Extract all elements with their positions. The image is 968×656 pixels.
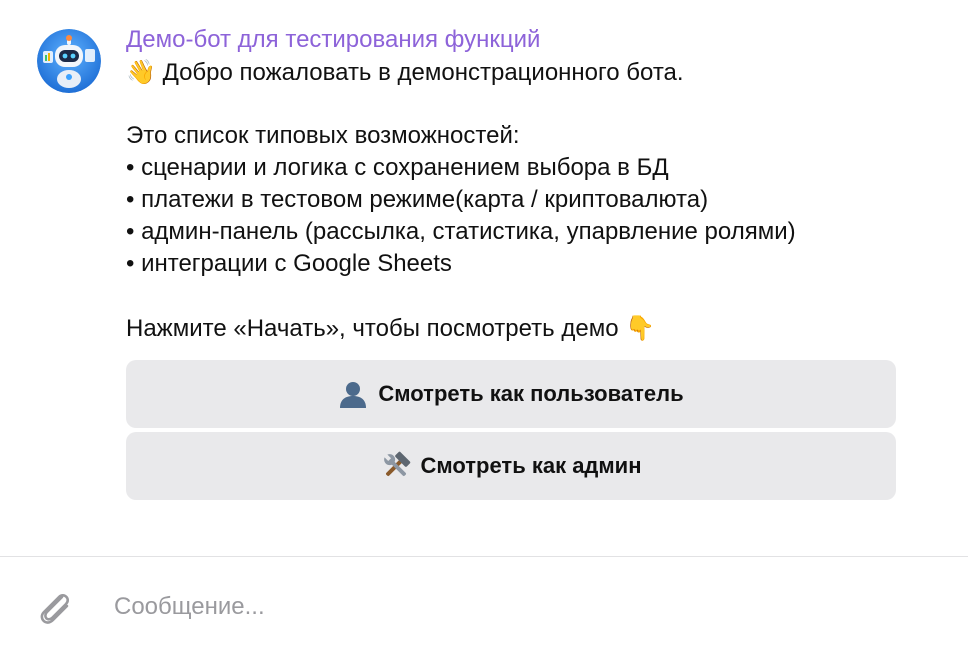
pointing-down-icon: 👇 — [625, 314, 656, 342]
message-text: 👋 Добро пожаловать в демонстрационного б… — [126, 56, 906, 344]
user-silhouette-icon — [338, 379, 368, 409]
message-composer — [0, 557, 968, 656]
view-as-user-button[interactable]: Смотреть как пользователь — [126, 360, 896, 428]
greeting-text: Добро пожаловать в демонстрационного бот… — [162, 59, 684, 86]
feature-item: • интеграции с Google Sheets — [126, 250, 452, 277]
robot-avatar-icon — [37, 29, 101, 93]
cta-text: Нажмите «Начать», чтобы посмотреть демо — [126, 315, 619, 342]
message-input[interactable] — [114, 587, 914, 627]
feature-item: • админ-панель (рассылка, статистика, уп… — [126, 218, 796, 245]
view-as-user-label: Смотреть как пользователь — [378, 381, 684, 406]
paperclip-icon — [40, 594, 69, 624]
hammer-wrench-icon — [381, 451, 411, 481]
view-as-admin-label: Смотреть как админ — [420, 453, 642, 478]
chat-history: Демо-бот для тестирования функций 👋 Добр… — [0, 0, 968, 556]
cta-line: Нажмите «Начать», чтобы посмотреть демо … — [126, 312, 906, 344]
greeting-line: 👋 Добро пожаловать в демонстрационного б… — [126, 56, 906, 88]
bot-message: Демо-бот для тестирования функций 👋 Добр… — [126, 24, 906, 344]
list-intro: Это список типовых возможностей: — [126, 122, 520, 149]
waving-hand-icon: 👋 — [126, 58, 156, 86]
feature-item: • платежи в тестовом режиме(карта / крип… — [126, 186, 709, 213]
inline-keyboard: Смотреть как пользователь Смотреть как а… — [126, 360, 896, 504]
bot-avatar[interactable] — [37, 29, 101, 93]
feature-item: • сценарии и логика с сохранением выбора… — [126, 154, 669, 181]
sender-name[interactable]: Демо-бот для тестирования функций — [126, 24, 906, 56]
attach-button[interactable] — [32, 585, 78, 631]
view-as-admin-button[interactable]: Смотреть как админ — [126, 432, 896, 500]
